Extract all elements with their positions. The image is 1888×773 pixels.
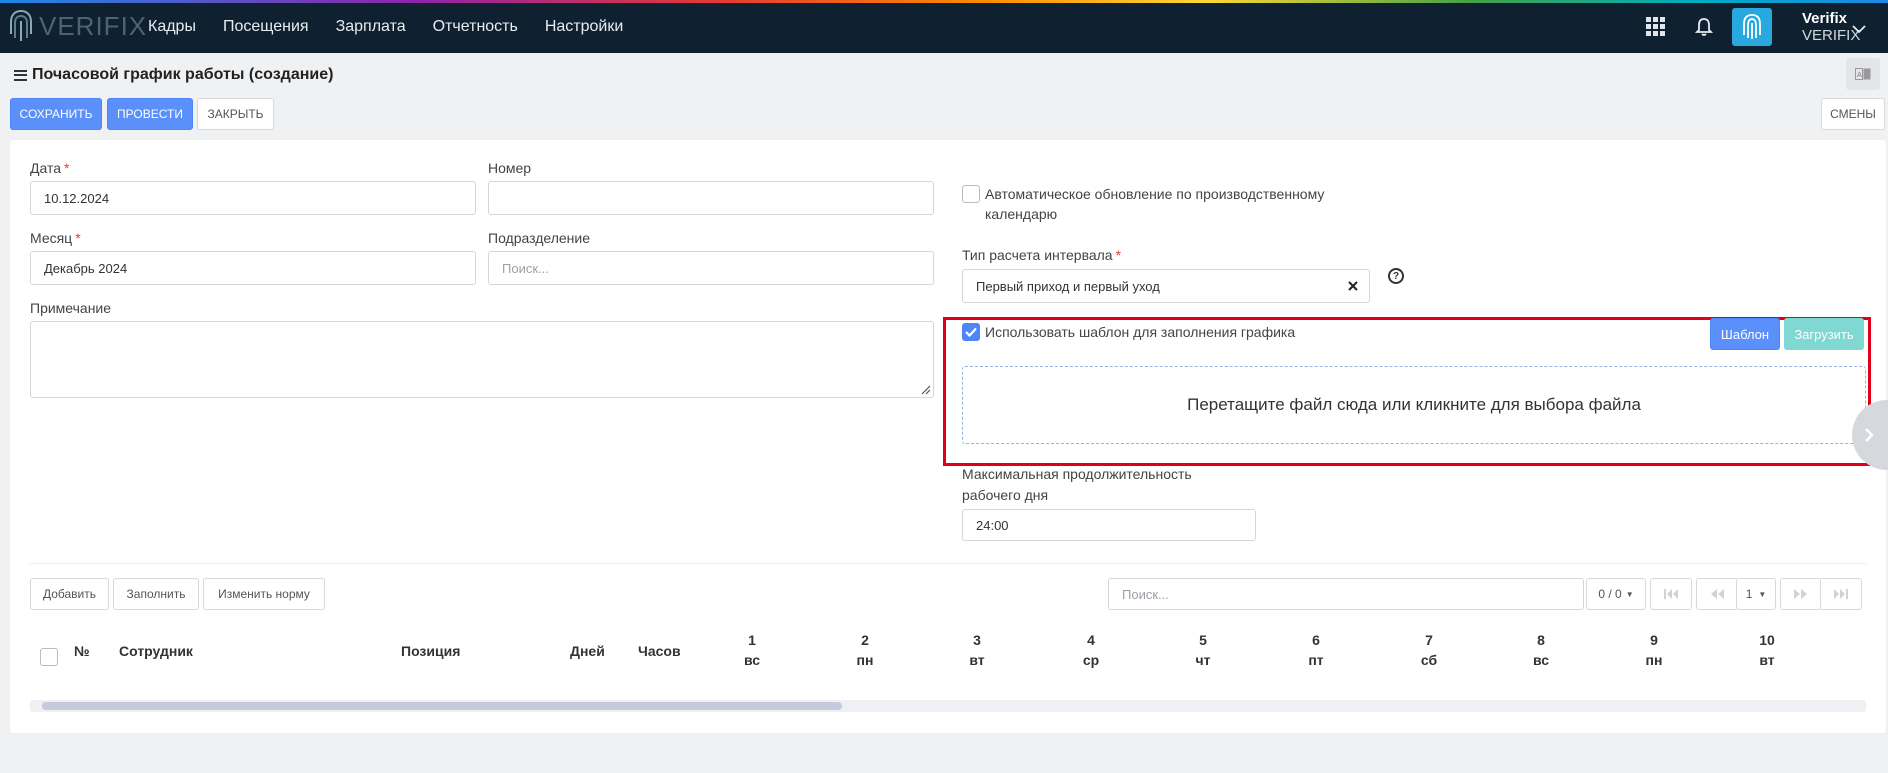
fingerprint-icon [1743, 14, 1761, 39]
svg-text:A: A [1857, 71, 1862, 79]
next-page-icon[interactable] [1780, 578, 1822, 610]
fill-button[interactable]: Заполнить [113, 578, 199, 610]
column-day-4[interactable]: 4 ср [1071, 630, 1111, 670]
number-label: Номер [488, 160, 532, 176]
caret-down-icon: ▼ [1625, 589, 1634, 599]
translate-icon[interactable]: A [1846, 58, 1880, 90]
post-button[interactable]: ПРОВЕСТИ [107, 98, 193, 130]
date-label: Дата * [30, 160, 70, 176]
column-day-6[interactable]: 6 пт [1296, 630, 1336, 670]
chevron-down-icon[interactable] [1852, 24, 1866, 34]
app-logo[interactable]: VERIFIX [8, 8, 147, 44]
shifts-button[interactable]: СМЕНЫ [1821, 98, 1885, 130]
menu-icon[interactable] [14, 69, 27, 81]
max-duration-label: Максимальная продолжительность рабочего … [962, 466, 1192, 503]
check-icon [965, 327, 977, 338]
date-input[interactable]: 10.12.2024 [30, 181, 476, 215]
row-count: 0 / 0 [1598, 587, 1622, 601]
user-name[interactable]: Verifix [1802, 10, 1847, 27]
scrollbar-thumb[interactable] [42, 702, 842, 710]
help-icon[interactable]: ? [1388, 268, 1404, 284]
chevron-right-icon [1865, 428, 1874, 442]
resize-handle-icon[interactable] [921, 385, 931, 395]
column-day-2[interactable]: 2 пн [845, 630, 885, 670]
column-day-5[interactable]: 5 чт [1183, 630, 1223, 670]
change-norm-button[interactable]: Изменить норму [203, 578, 325, 610]
save-button[interactable]: СОХРАНИТЬ [10, 98, 102, 130]
month-input[interactable]: Декабрь 2024 [30, 251, 476, 285]
table-header [30, 618, 1866, 684]
nav-item-hr[interactable]: Кадры [148, 18, 196, 36]
page-number: 1 [1745, 587, 1753, 601]
month-label: Месяц * [30, 230, 81, 246]
column-day-3[interactable]: 3 вт [957, 630, 997, 670]
first-page-icon[interactable] [1650, 578, 1692, 610]
interval-type-label: Тип расчета интервала * [962, 247, 1122, 263]
page-title: Почасовой график работы (создание) [32, 66, 334, 83]
division-label: Подразделение [488, 230, 591, 246]
use-template-checkbox[interactable] [962, 323, 980, 341]
top-navbar: VERIFIX Кадры Посещения Зарплата Отчетно… [0, 0, 1888, 53]
apps-grid-icon[interactable] [1646, 17, 1665, 36]
table-search-input[interactable]: Поиск... [1108, 578, 1584, 610]
use-template-label: Использовать шаблон для заполнения графи… [985, 324, 1296, 340]
upload-button[interactable]: Загрузить [1784, 318, 1864, 350]
column-number[interactable]: № [74, 643, 90, 659]
prev-page-icon[interactable] [1696, 578, 1738, 610]
logo-text: VERIFIX [39, 10, 148, 41]
divider [30, 563, 1866, 564]
nav-item-salary[interactable]: Зарплата [336, 18, 406, 36]
note-label: Примечание [30, 300, 112, 316]
last-page-icon[interactable] [1820, 578, 1862, 610]
add-button[interactable]: Добавить [30, 578, 109, 610]
column-days[interactable]: Дней [570, 643, 605, 659]
column-day-9[interactable]: 9 пн [1634, 630, 1674, 670]
notification-bell-icon[interactable] [1692, 15, 1716, 39]
row-count-dropdown[interactable]: 0 / 0 ▼ [1586, 578, 1646, 610]
nav-item-attendance[interactable]: Посещения [223, 18, 309, 36]
page-number-dropdown[interactable]: 1 ▼ [1736, 578, 1776, 610]
column-day-7[interactable]: 7 сб [1409, 630, 1449, 670]
interval-type-select[interactable]: Первый приход и первый уход [962, 269, 1370, 303]
auto-update-checkbox[interactable] [962, 185, 980, 203]
column-day-8[interactable]: 8 вс [1521, 630, 1561, 670]
user-avatar[interactable] [1732, 8, 1772, 46]
number-input[interactable] [488, 181, 934, 215]
file-dropzone[interactable]: Перетащите файл сюда или кликните для вы… [962, 366, 1866, 444]
note-textarea[interactable] [30, 321, 934, 398]
select-all-checkbox[interactable] [40, 648, 58, 666]
column-hours[interactable]: Часов [638, 643, 681, 659]
clear-icon[interactable] [1348, 281, 1358, 291]
nav-item-settings[interactable]: Настройки [545, 18, 623, 36]
column-day-1[interactable]: 1 вс [732, 630, 772, 670]
template-button[interactable]: Шаблон [1710, 318, 1780, 350]
main-nav: Кадры Посещения Зарплата Отчетность Наст… [148, 0, 650, 53]
column-position[interactable]: Позиция [401, 643, 460, 659]
column-day-10[interactable]: 10 вт [1747, 630, 1787, 670]
close-button[interactable]: ЗАКРЫТЬ [197, 98, 274, 130]
division-search-input[interactable]: Поиск... [488, 251, 934, 285]
fingerprint-logo-icon [10, 10, 32, 41]
auto-update-label: Автоматическое обновление по производств… [985, 186, 1325, 222]
page-header: Почасовой график работы (создание) [14, 66, 333, 84]
horizontal-scrollbar[interactable] [30, 700, 1866, 712]
max-duration-input[interactable]: 24:00 [962, 509, 1256, 541]
nav-item-reports[interactable]: Отчетность [433, 18, 518, 36]
column-employee[interactable]: Сотрудник [119, 643, 193, 659]
caret-down-icon: ▼ [1758, 589, 1767, 599]
